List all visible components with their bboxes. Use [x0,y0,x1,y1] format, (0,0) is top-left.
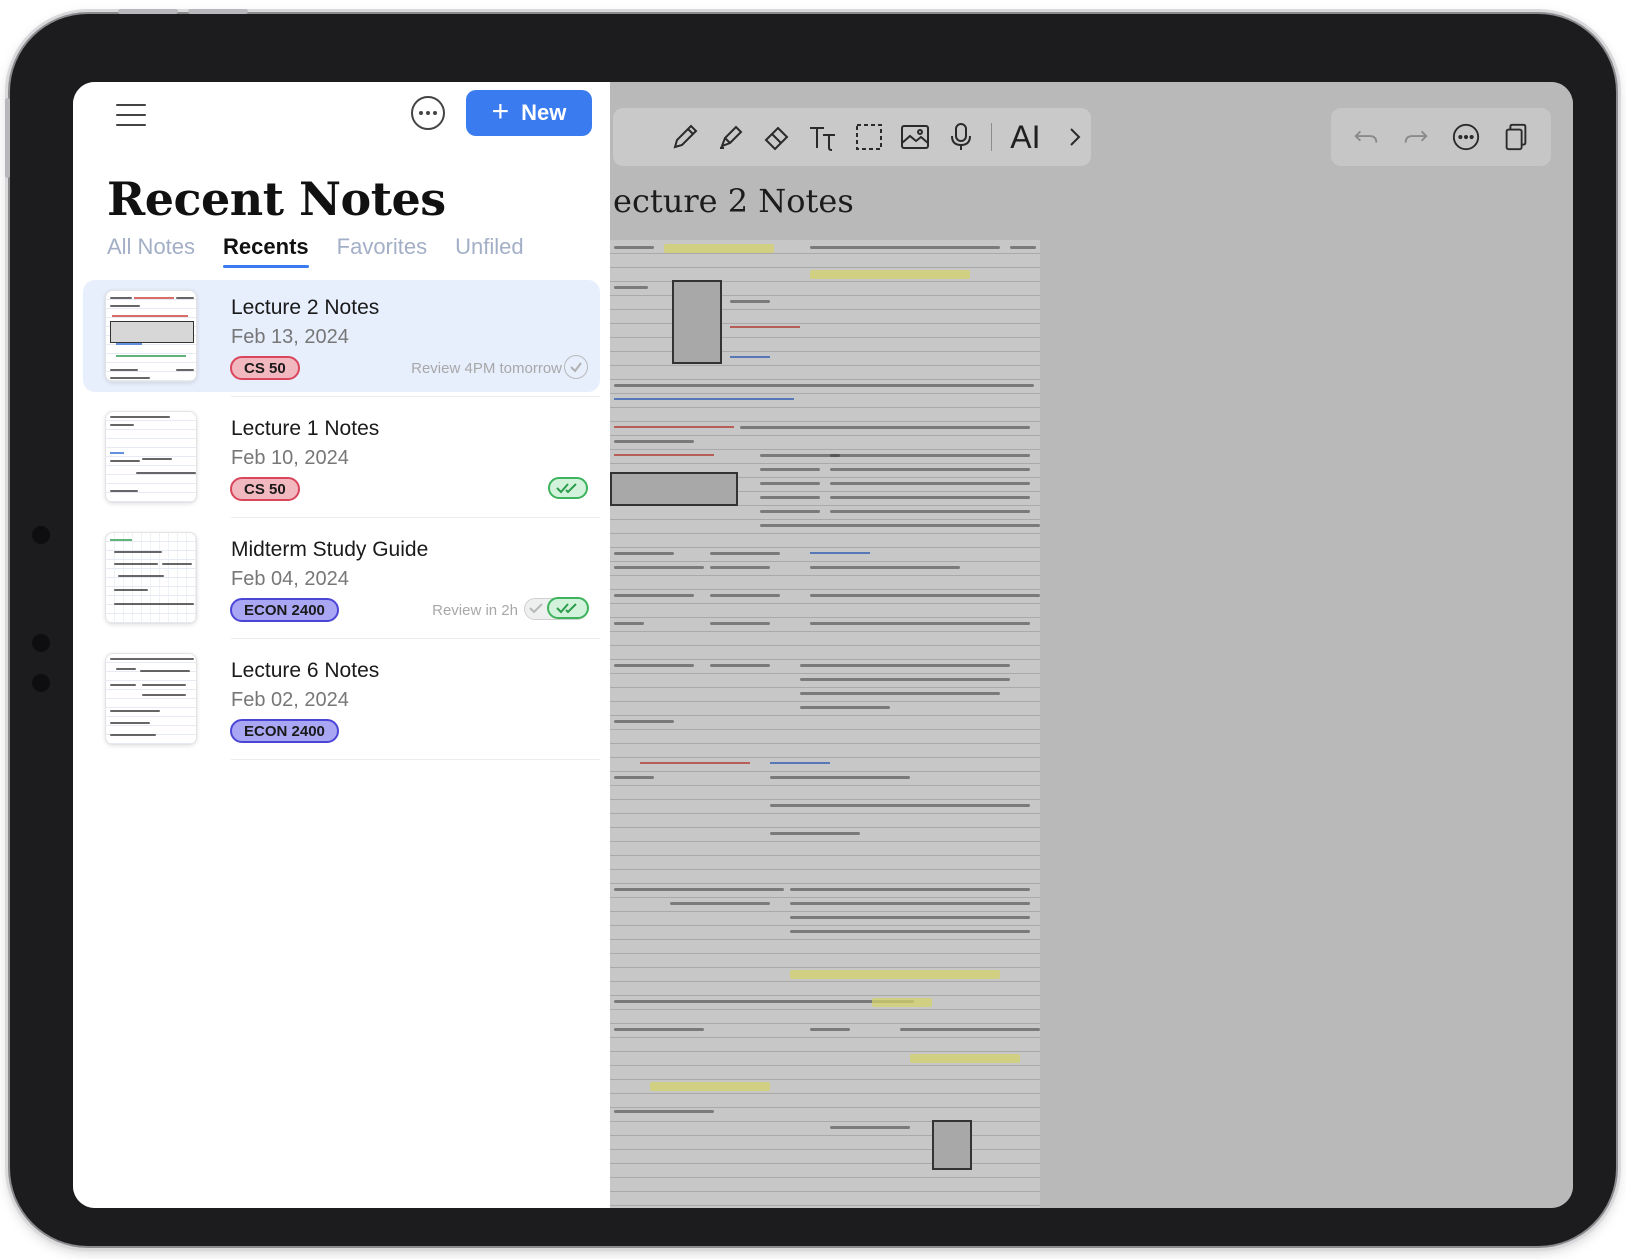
pages-icon[interactable] [1497,118,1535,156]
notes-tabs: All Notes Recents Favorites Unfiled [107,234,524,268]
eraser-icon[interactable] [761,118,793,156]
tablet-frame: AI ecture 2 Notes + New Recent Notes All… [5,9,1616,1246]
course-tag[interactable]: ECON 2400 [230,598,339,622]
note-date: Feb 13, 2024 [231,326,349,348]
new-note-button[interactable]: + New [466,90,592,136]
text-icon[interactable] [807,118,839,156]
microphone-icon[interactable] [945,118,977,156]
more-options-icon[interactable] [411,96,445,130]
pen-icon[interactable] [669,118,701,156]
document-title[interactable]: ecture 2 Notes [613,182,854,220]
page-title: Recent Notes [107,172,446,226]
review-status-toggle[interactable] [524,597,589,620]
sensor-dot [32,674,50,692]
ai-button[interactable]: AI [1006,119,1045,156]
note-thumbnail [105,653,197,745]
note-date: Feb 02, 2024 [231,689,349,711]
note-thumbnail [105,532,197,624]
editor-actions [1331,108,1551,166]
tab-favorites[interactable]: Favorites [337,234,427,268]
sensor-dot [32,526,50,544]
more-icon[interactable] [1447,118,1485,156]
course-tag[interactable]: CS 50 [230,356,300,380]
note-title: Lecture 2 Notes [231,296,380,319]
note-date: Feb 10, 2024 [231,447,349,469]
screen: AI ecture 2 Notes + New Recent Notes All… [73,82,1573,1208]
hamburger-menu-icon[interactable] [113,100,149,130]
chevron-right-icon[interactable] [1059,118,1091,156]
note-item[interactable]: Midterm Study Guide Feb 04, 2024 ECON 24… [83,522,600,639]
tab-recents[interactable]: Recents [223,234,309,268]
course-tag[interactable]: CS 50 [230,477,300,501]
highlighter-icon[interactable] [715,118,747,156]
note-title: Lecture 6 Notes [231,659,380,682]
new-button-label: New [521,100,567,125]
note-item[interactable]: Lecture 1 Notes Feb 10, 2024 CS 50 [83,401,600,518]
image-icon[interactable] [899,118,931,156]
note-title: Lecture 1 Notes [231,417,380,440]
note-date: Feb 04, 2024 [231,568,349,590]
top-button [188,9,248,14]
review-reminder: Review 4PM tomorrow [411,360,562,377]
review-reminder: Review in 2h [432,602,518,619]
tab-unfiled[interactable]: Unfiled [455,234,523,268]
lasso-select-icon[interactable] [853,118,885,156]
note-thumbnail [105,411,197,503]
sensor-dot [32,634,50,652]
handwritten-notes-page[interactable] [610,240,1040,1208]
tab-all-notes[interactable]: All Notes [107,234,195,268]
toolbar-divider [991,123,992,151]
note-title: Midterm Study Guide [231,538,429,561]
top-button [118,9,178,14]
recent-notes-list: Lecture 2 Notes Feb 13, 2024 CS 50 Revie… [83,280,600,764]
note-thumbnail [105,290,197,382]
plus-icon: + [491,94,510,128]
note-item[interactable]: Lecture 6 Notes Feb 02, 2024 ECON 2400 [83,643,600,760]
side-button [5,98,10,178]
notes-sidebar: + New Recent Notes All Notes Recents Fav… [73,82,610,1208]
check-circle-icon[interactable] [564,355,588,379]
editor-toolbar: AI [613,108,1091,166]
note-item[interactable]: Lecture 2 Notes Feb 13, 2024 CS 50 Revie… [83,280,600,397]
course-tag[interactable]: ECON 2400 [230,719,339,743]
double-check-icon[interactable] [548,477,588,499]
double-check-icon [547,597,589,619]
undo-icon[interactable] [1347,118,1385,156]
redo-icon[interactable] [1397,118,1435,156]
